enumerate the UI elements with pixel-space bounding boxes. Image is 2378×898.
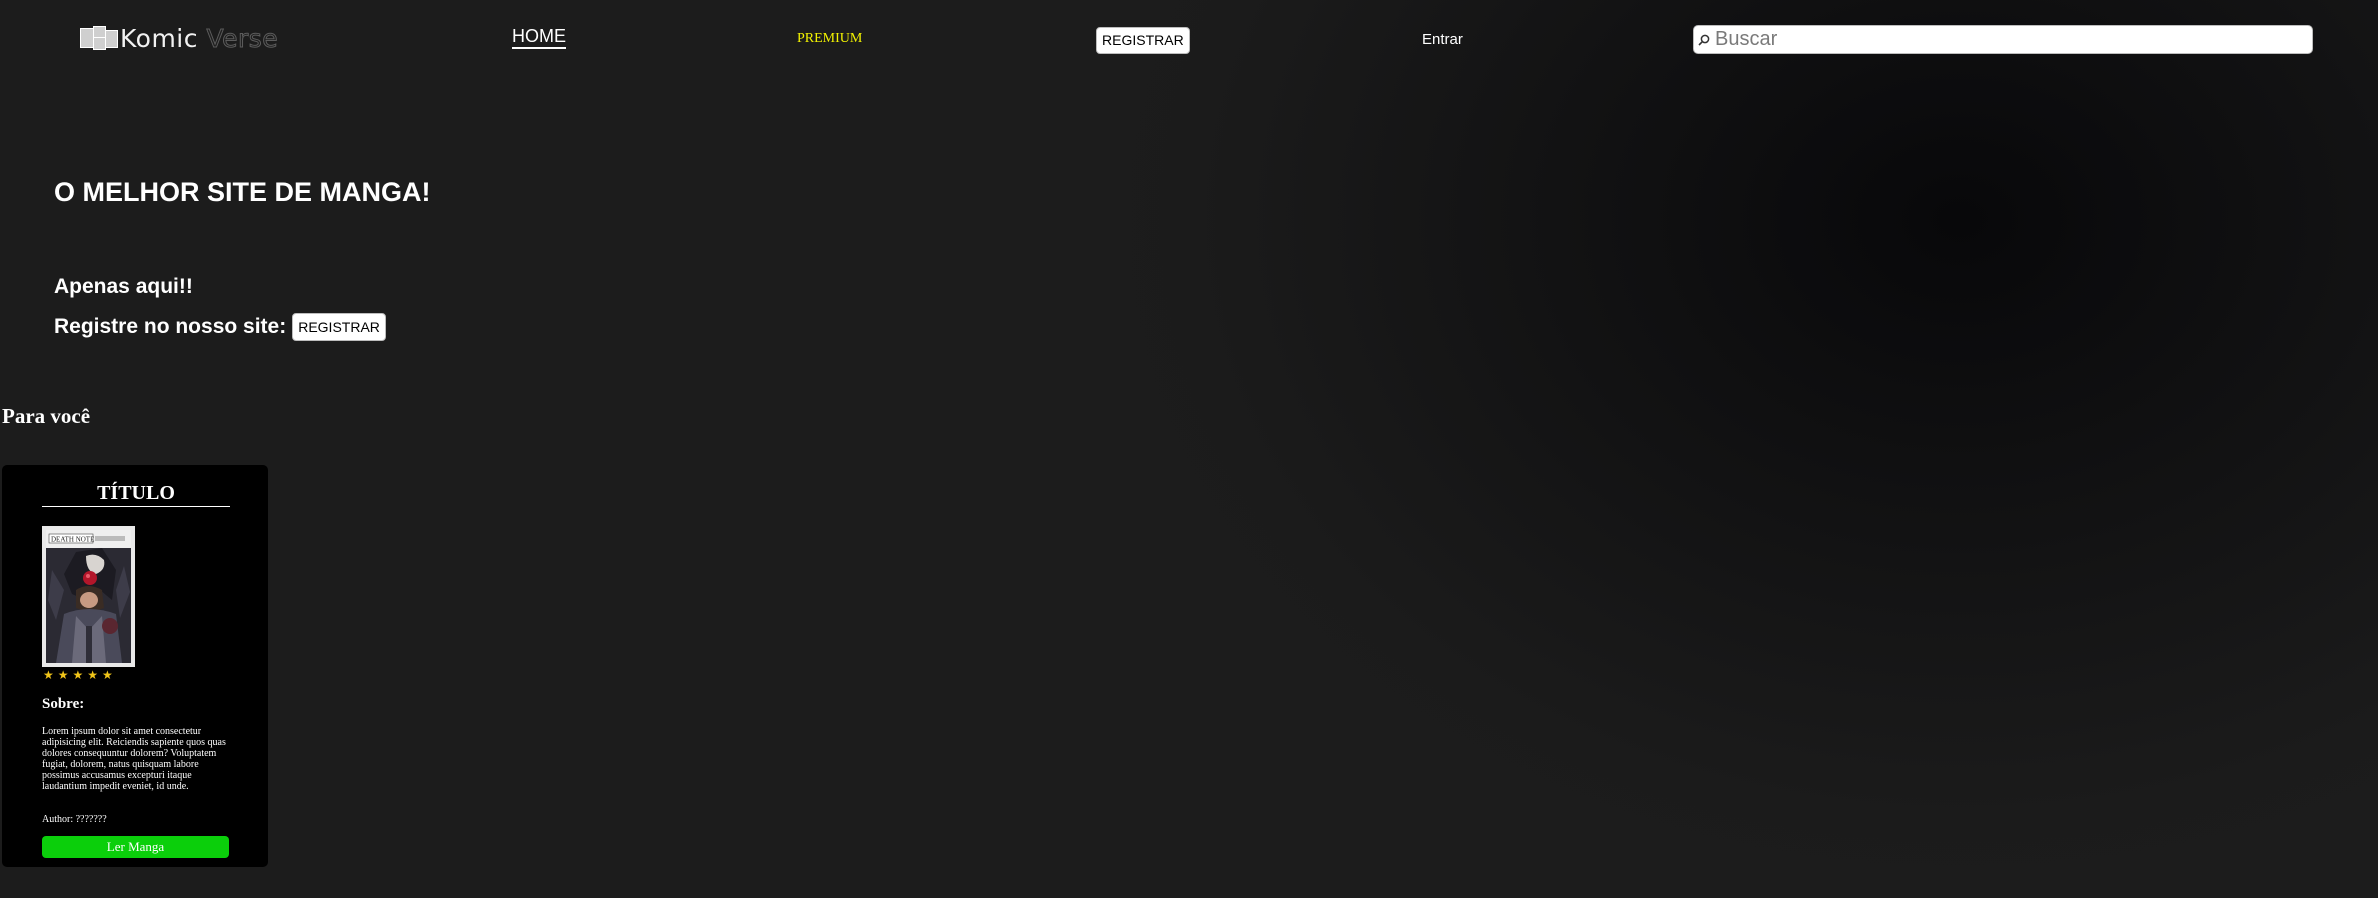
logo-text-main: Komic (120, 23, 198, 53)
search-bar[interactable] (1693, 25, 2313, 54)
search-icon (1698, 34, 1710, 46)
hero-register-button[interactable]: REGISTRAR (292, 313, 386, 341)
manga-cover-image[interactable]: DEATH NOTE (42, 526, 135, 667)
nav-register-button[interactable]: REGISTRAR (1096, 27, 1190, 54)
manga-cover-art: DEATH NOTE (46, 530, 131, 663)
search-input[interactable] (1715, 26, 2312, 53)
site-logo[interactable]: Komic Verse (80, 20, 278, 56)
read-manga-button[interactable]: Ler Manga (42, 836, 229, 858)
nav-premium-link[interactable]: PREMIUM (797, 31, 862, 47)
logo-text-ghost: Verse (198, 23, 279, 53)
nav-home-link[interactable]: HOME (512, 25, 566, 49)
about-text: Lorem ipsum dolor sit amet consectetur a… (42, 726, 226, 792)
card-title: TÍTULO (42, 482, 230, 507)
nav-login-link[interactable]: Entrar (1422, 31, 1463, 48)
section-title: Para você (2, 404, 91, 428)
manga-card: TÍTULO DEATH NOTE ★★★★★ Sobre: Lorem ips… (2, 465, 268, 867)
hero-title: O MELHOR SITE DE MANGA! (54, 177, 431, 207)
author-text: Author: ??????? (42, 814, 107, 825)
hero-cta: Registre no nosso site: REGISTRAR (54, 313, 386, 341)
hero-cta-text: Registre no nosso site: (54, 315, 287, 338)
rating-stars: ★★★★★ (43, 668, 117, 682)
cover-logo-text: DEATH NOTE (51, 536, 94, 544)
about-label: Sobre: (42, 696, 85, 712)
logo-icon (80, 26, 118, 50)
logo-text: Komic Verse (120, 23, 279, 53)
hero-subtitle: Apenas aqui!! (54, 275, 193, 298)
